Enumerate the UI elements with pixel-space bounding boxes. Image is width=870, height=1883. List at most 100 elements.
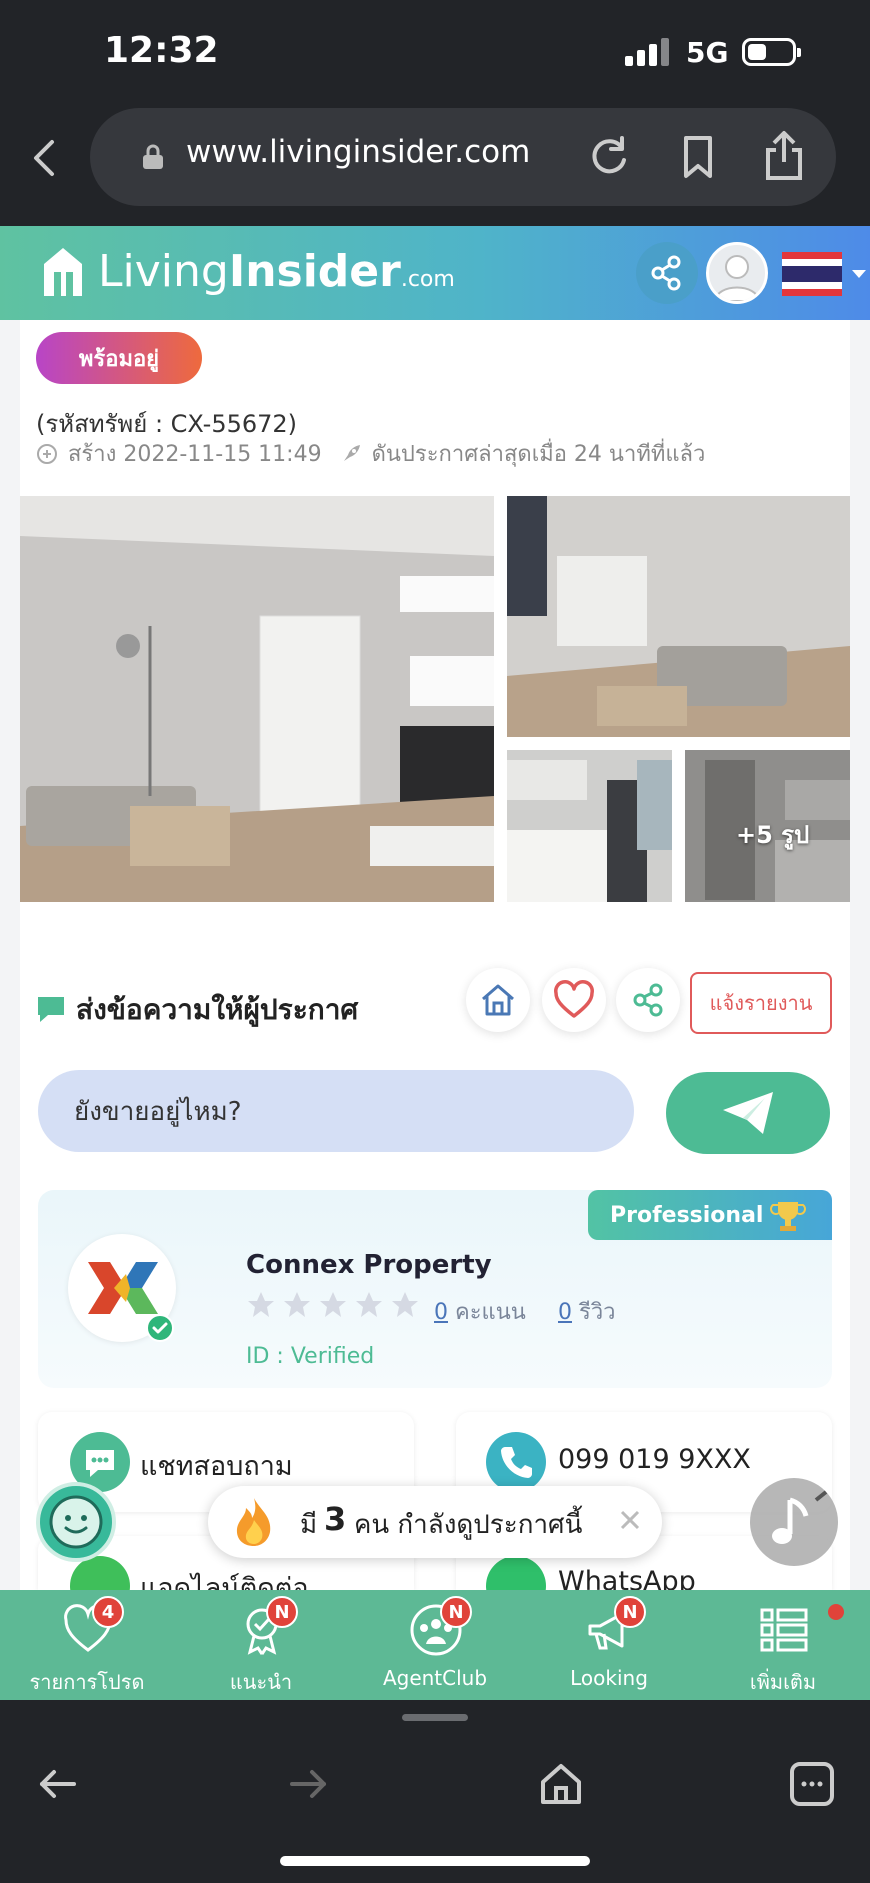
star-icon	[356, 1292, 382, 1317]
viewers-suffix: คน กำลังดูประกาศนี้	[354, 1510, 583, 1540]
score-number[interactable]: 0	[434, 1300, 448, 1325]
chat-label: แชทสอบถาม	[140, 1451, 293, 1482]
logo-domain: .com	[400, 267, 455, 292]
send-button[interactable]	[666, 1072, 830, 1154]
reviews[interactable]: 0 รีวิว	[558, 1294, 616, 1329]
logo-house-icon[interactable]	[40, 242, 86, 300]
line-label: แอดไลน์ติดต่อ	[140, 1573, 309, 1590]
status-time: 12:32	[104, 30, 219, 71]
share-icon	[633, 983, 663, 1017]
logo[interactable]: LivingInsider.com	[98, 246, 455, 297]
smiley-icon	[49, 1495, 103, 1549]
message-title: ส่งข้อความให้ผู้ประกาศ	[76, 993, 359, 1026]
home-button[interactable]	[466, 968, 530, 1032]
star-icon	[284, 1292, 310, 1317]
music-button[interactable]	[750, 1478, 838, 1566]
feedback-face-button[interactable]	[36, 1482, 116, 1562]
report-button[interactable]: แจ้งรายงาน	[690, 972, 832, 1034]
logo-living: Living	[98, 246, 229, 297]
recommend-badge: N	[266, 1596, 298, 1628]
address-bar[interactable]: www.livinginsider.com	[90, 108, 836, 206]
agent-id-verified: ID : Verified	[246, 1344, 375, 1369]
favorite-button[interactable]	[542, 968, 606, 1032]
nav-favorites[interactable]: 4 รายการโปรด	[0, 1590, 174, 1700]
network-type: 5G	[686, 36, 729, 69]
thailand-flag-icon[interactable]	[782, 252, 842, 296]
music-note-icon	[772, 1490, 828, 1544]
whatsapp-label: WhatsApp	[558, 1566, 696, 1590]
rating-stars	[246, 1290, 420, 1320]
site-header: LivingInsider.com	[0, 226, 870, 320]
nav-looking[interactable]: N Looking	[522, 1590, 696, 1700]
viewers-count: 3	[324, 1500, 347, 1538]
bookmark-icon[interactable]	[678, 134, 718, 180]
main-photo[interactable]	[20, 496, 494, 902]
home-icon	[482, 984, 514, 1016]
home-icon[interactable]	[533, 1756, 589, 1812]
browser-share-icon[interactable]	[762, 130, 806, 182]
listing-meta: สร้าง 2022-11-15 11:49 ดันประกาศล่าสุดเม…	[36, 436, 705, 471]
avatar-icon	[713, 255, 761, 301]
heart-icon	[554, 980, 594, 1018]
star-icon	[392, 1292, 418, 1317]
bumped-time: ดันประกาศล่าสุดเมื่อ 24 นาทีที่แล้ว	[371, 442, 706, 467]
star-icon	[320, 1292, 346, 1317]
score[interactable]: 0 คะแนน	[434, 1294, 526, 1329]
star-icon	[248, 1292, 274, 1317]
logo-insider: Insider	[228, 246, 401, 297]
living-room-image	[20, 496, 494, 902]
share-icon	[651, 255, 681, 291]
photo-3[interactable]	[507, 750, 672, 902]
favorites-badge: 4	[92, 1596, 124, 1628]
nav-label: แนะนำ	[229, 1670, 293, 1694]
agentclub-badge: N	[440, 1596, 472, 1628]
battery-icon	[742, 38, 801, 66]
home-indicator	[280, 1856, 590, 1866]
back-arrow-icon[interactable]	[30, 1756, 86, 1812]
whatsapp-icon	[486, 1556, 546, 1590]
language-dropdown-icon[interactable]	[852, 270, 866, 278]
lock-icon	[143, 144, 163, 169]
close-icon[interactable]	[616, 1506, 644, 1534]
review-number[interactable]: 0	[558, 1300, 572, 1325]
nav-label: เพิ่มเติม	[749, 1670, 817, 1694]
chat-bubble-icon	[38, 997, 64, 1022]
share-button[interactable]	[616, 968, 680, 1032]
nav-more[interactable]: เพิ่มเติม	[696, 1590, 870, 1700]
message-input[interactable]	[38, 1070, 634, 1152]
nav-label: รายการโปรด	[29, 1670, 145, 1694]
trophy-icon	[770, 1202, 806, 1231]
more-photos-label[interactable]: +5 รูป	[736, 815, 809, 854]
photo-2[interactable]	[507, 496, 850, 737]
forward-arrow-icon[interactable]	[280, 1756, 336, 1812]
header-share-button[interactable]	[636, 242, 698, 304]
rocket-icon	[343, 444, 360, 461]
viewers-notice: มี 3 คน กำลังดูประกาศนี้	[208, 1486, 662, 1558]
user-avatar[interactable]	[706, 242, 768, 304]
signal-icon	[625, 38, 671, 66]
review-label: รีวิว	[579, 1300, 616, 1325]
nav-recommend[interactable]: N แนะนำ	[174, 1590, 348, 1700]
created-date: สร้าง 2022-11-15 11:49	[68, 442, 322, 467]
room-image-2	[507, 496, 850, 737]
reload-icon[interactable]	[586, 134, 632, 180]
agent-name[interactable]: Connex Property	[246, 1250, 492, 1280]
notification-dot	[828, 1604, 844, 1620]
phone-icon	[486, 1432, 546, 1492]
grab-handle[interactable]	[402, 1714, 468, 1721]
ready-badge: พร้อมอยู่	[36, 332, 202, 384]
browser-toolbar	[0, 1700, 870, 1883]
verified-check-icon	[146, 1314, 174, 1342]
plus-circle-icon	[37, 443, 57, 464]
url-text[interactable]: www.livinginsider.com	[186, 134, 530, 170]
send-icon	[723, 1092, 773, 1134]
nav-agentclub[interactable]: N AgentClub	[348, 1590, 522, 1700]
tabs-icon[interactable]	[784, 1756, 840, 1812]
viewers-prefix: มี	[300, 1510, 318, 1540]
browser-back-icon[interactable]	[28, 138, 60, 178]
fire-icon	[236, 1498, 271, 1546]
nav-label: Looking	[570, 1666, 648, 1690]
looking-badge: N	[614, 1596, 646, 1628]
browser-chrome: 12:32 5G www.livinginsider.com	[0, 0, 870, 226]
bottom-nav: 4 รายการโปรด N แนะนำ N AgentClub N Looki…	[0, 1590, 870, 1700]
